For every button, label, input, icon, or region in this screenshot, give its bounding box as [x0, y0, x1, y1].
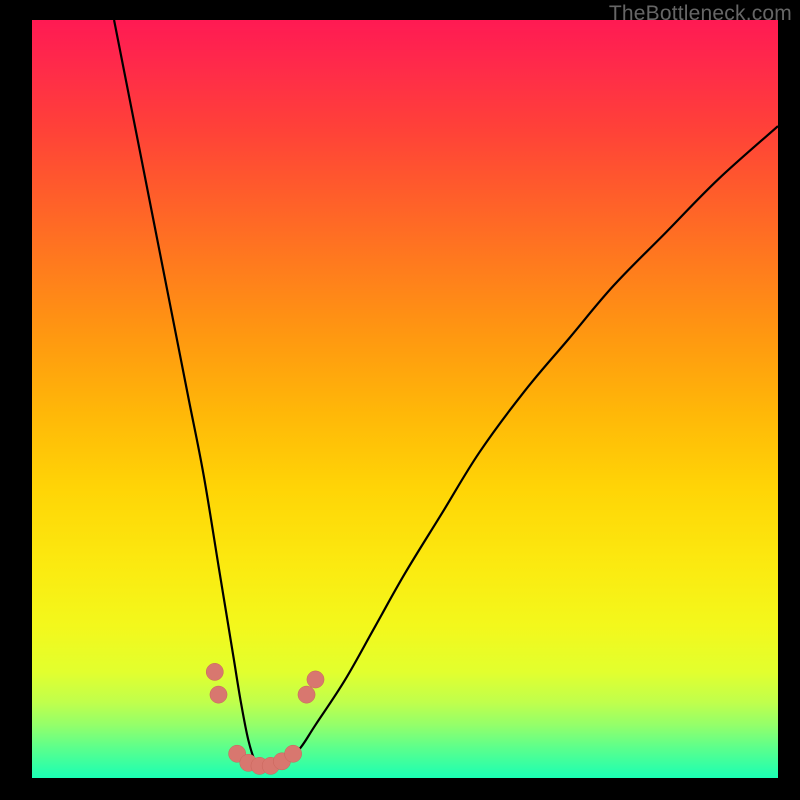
data-marker [206, 663, 223, 680]
data-marker [285, 745, 302, 762]
chart-frame: TheBottleneck.com [0, 0, 800, 800]
data-marker [210, 686, 227, 703]
watermark-text: TheBottleneck.com [609, 2, 792, 26]
data-marker [298, 686, 315, 703]
curve-markers [206, 663, 324, 774]
plot-area [32, 20, 778, 778]
curve-layer [32, 20, 778, 778]
data-marker [307, 671, 324, 688]
bottleneck-curve [114, 20, 778, 771]
